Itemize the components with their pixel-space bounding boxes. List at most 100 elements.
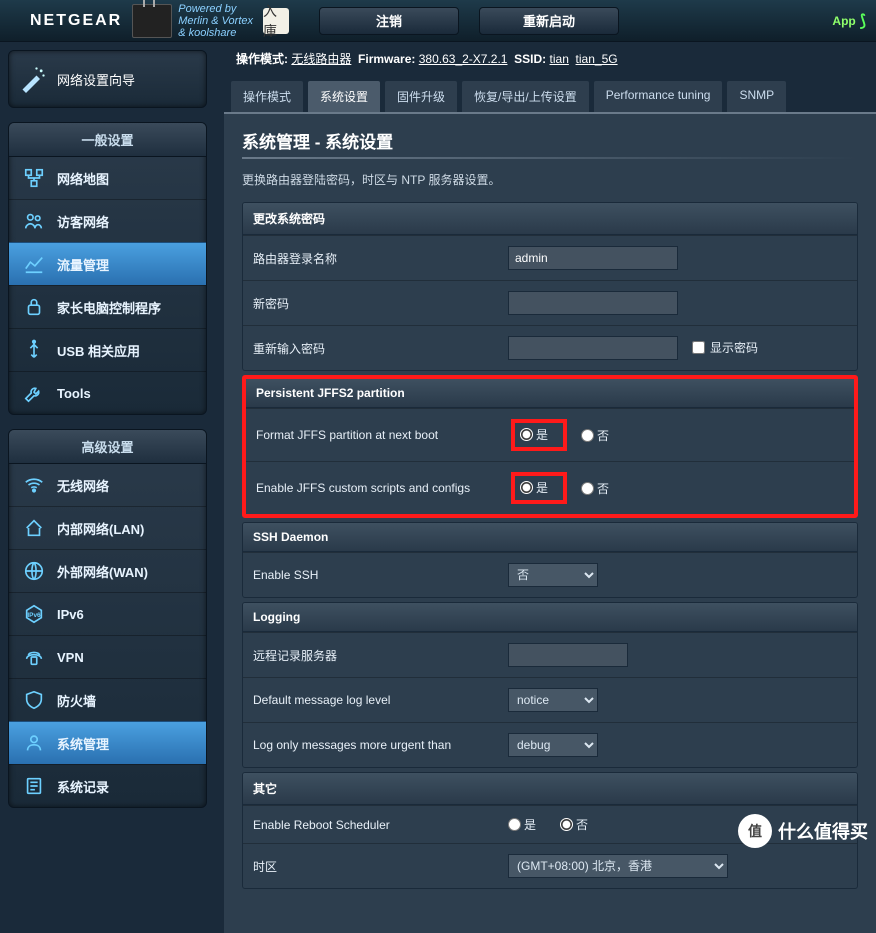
tab-fw[interactable]: 固件升级 bbox=[384, 80, 458, 112]
default-loglevel-label: Default message log level bbox=[253, 693, 508, 707]
seal-icon: 入庫 bbox=[263, 8, 289, 34]
sidebar-item-vpn[interactable]: VPN bbox=[9, 635, 206, 678]
tab-opmode[interactable]: 操作模式 bbox=[230, 80, 304, 112]
tab-perf[interactable]: Performance tuning bbox=[593, 80, 724, 112]
brand-logo: NETGEAR bbox=[30, 12, 122, 30]
main-content: 操作模式系统设置固件升级恢复/导出/上传设置Performance tuning… bbox=[224, 80, 876, 854]
sidebar-item-label: IPv6 bbox=[57, 607, 84, 622]
new-password-input[interactable] bbox=[508, 291, 678, 315]
watermark-badge: 值 bbox=[738, 814, 772, 848]
ssh-enable-select[interactable]: 否 bbox=[508, 563, 598, 587]
sidebar-item-guest[interactable]: 访客网络 bbox=[9, 199, 206, 242]
sidebar-item-label: USB 相关应用 bbox=[57, 341, 140, 360]
sidebar-item-tools[interactable]: Tools bbox=[9, 371, 206, 414]
reboot-button[interactable]: 重新启动 bbox=[479, 7, 619, 35]
section-ssh: SSH Daemon Enable SSH 否 bbox=[242, 522, 858, 598]
wizard-label: 网络设置向导 bbox=[57, 70, 135, 89]
sidebar-item-parental[interactable]: 家长电脑控制程序 bbox=[9, 285, 206, 328]
jffs-format-no[interactable]: 否 bbox=[581, 427, 609, 444]
sidebar-item-label: 系统记录 bbox=[57, 777, 109, 796]
network-map-icon bbox=[19, 167, 49, 189]
firewall-icon bbox=[19, 689, 49, 711]
reboot-sched-yes[interactable]: 是 bbox=[508, 816, 536, 833]
sidebar-item-label: VPN bbox=[57, 650, 84, 665]
sidebar-item-traffic[interactable]: 流量管理 bbox=[9, 242, 206, 285]
lan-icon bbox=[19, 517, 49, 539]
section-header: Persistent JFFS2 partition bbox=[246, 379, 854, 408]
sidebar-item-label: 流量管理 bbox=[57, 255, 109, 274]
sidebar-item-label: Tools bbox=[57, 386, 91, 401]
jffs-enable-yes[interactable]: 是 bbox=[520, 479, 548, 496]
wifi-icon bbox=[19, 474, 49, 496]
ipv6-icon: IPv6 bbox=[19, 603, 49, 625]
default-loglevel-select[interactable]: notice bbox=[508, 688, 598, 712]
sidebar-general: 一般设置 网络地图 访客网络 流量管理 家长电脑控制程序 USB 相关应用 To… bbox=[8, 122, 207, 415]
jffs-enable-label: Enable JFFS custom scripts and configs bbox=[256, 481, 511, 495]
wand-icon bbox=[19, 65, 47, 93]
wan-icon bbox=[19, 560, 49, 582]
sidebar-item-label: 系统管理 bbox=[57, 734, 109, 753]
vpn-icon bbox=[19, 646, 49, 668]
sidebar-item-label: 无线网络 bbox=[57, 476, 109, 495]
svg-text:IPv6: IPv6 bbox=[27, 612, 41, 619]
section-header: 更改系统密码 bbox=[243, 203, 857, 235]
sidebar-item-label: 防火墙 bbox=[57, 691, 96, 710]
sidebar-item-usb[interactable]: USB 相关应用 bbox=[9, 328, 206, 371]
app-header: NETGEAR Powered by Merlin & Vortex & koo… bbox=[0, 0, 876, 42]
tab-snmp[interactable]: SNMP bbox=[726, 80, 787, 112]
tab-bar: 操作模式系统设置固件升级恢复/导出/上传设置Performance tuning… bbox=[224, 80, 876, 112]
sidebar-item-ipv6[interactable]: IPv6 IPv6 bbox=[9, 592, 206, 635]
admin-icon bbox=[19, 732, 49, 754]
sidebar-item-label: 网络地图 bbox=[57, 169, 109, 188]
reboot-sched-label: Enable Reboot Scheduler bbox=[253, 818, 508, 832]
wizard-box[interactable]: 网络设置向导 bbox=[8, 50, 207, 108]
sidebar-item-label: 访客网络 bbox=[57, 212, 109, 231]
sidebar-item-label: 内部网络(LAN) bbox=[57, 519, 144, 538]
sidebar-item-wifi[interactable]: 无线网络 bbox=[9, 464, 206, 506]
sidebar-item-label: 外部网络(WAN) bbox=[57, 562, 148, 581]
remote-log-input[interactable] bbox=[508, 643, 628, 667]
tab-sys[interactable]: 系统设置 bbox=[307, 80, 381, 112]
sidebar-item-admin[interactable]: 系统管理 bbox=[9, 721, 206, 764]
wifi-icon: ⟆ bbox=[860, 11, 866, 31]
retype-password-label: 重新输入密码 bbox=[253, 340, 508, 357]
settings-panel: 系统管理 - 系统设置 更换路由器登陆密码，时区与 NTP 服务器设置。 更改系… bbox=[224, 112, 876, 933]
login-name-label: 路由器登录名称 bbox=[253, 250, 508, 267]
router-icon bbox=[132, 4, 172, 38]
sidebar-item-lan[interactable]: 内部网络(LAN) bbox=[9, 506, 206, 549]
sidebar-item-log[interactable]: 系统记录 bbox=[9, 764, 206, 807]
timezone-label: 时区 bbox=[253, 858, 508, 875]
log-icon bbox=[19, 775, 49, 797]
firmware-link[interactable]: 380.63_2-X7.2.1 bbox=[419, 52, 508, 66]
powered-by: Powered by Merlin & Vortex & koolshare bbox=[178, 3, 253, 39]
sidebar-section-title: 一般设置 bbox=[9, 123, 206, 157]
ssid1-link[interactable]: tian bbox=[550, 52, 569, 66]
remote-log-label: 远程记录服务器 bbox=[253, 647, 508, 664]
sidebar-item-network-map[interactable]: 网络地图 bbox=[9, 157, 206, 199]
section-header: 其它 bbox=[243, 773, 857, 805]
urgent-loglevel-select[interactable]: debug bbox=[508, 733, 598, 757]
sidebar-advanced: 高级设置 无线网络 内部网络(LAN) 外部网络(WAN) IPv6 IPv6 V… bbox=[8, 429, 207, 808]
logout-button[interactable]: 注销 bbox=[319, 7, 459, 35]
guest-icon bbox=[19, 210, 49, 232]
tab-restore[interactable]: 恢复/导出/上传设置 bbox=[461, 80, 590, 112]
section-header: SSH Daemon bbox=[243, 523, 857, 552]
timezone-select[interactable]: (GMT+08:00) 北京，香港 bbox=[508, 854, 728, 878]
jffs-format-yes[interactable]: 是 bbox=[520, 426, 548, 443]
usb-icon bbox=[19, 339, 49, 361]
ssid2-link[interactable]: tian_5G bbox=[576, 52, 618, 66]
ssh-enable-label: Enable SSH bbox=[253, 568, 508, 582]
sidebar-section-title: 高级设置 bbox=[9, 430, 206, 464]
login-name-input[interactable] bbox=[508, 246, 678, 270]
sidebar-item-wan[interactable]: 外部网络(WAN) bbox=[9, 549, 206, 592]
sidebar-item-label: 家长电脑控制程序 bbox=[57, 298, 161, 317]
traffic-icon bbox=[19, 253, 49, 275]
show-password-checkbox[interactable]: 显示密码 bbox=[692, 339, 758, 356]
jffs-enable-no[interactable]: 否 bbox=[581, 480, 609, 497]
opmode-link[interactable]: 无线路由器 bbox=[291, 52, 351, 66]
reboot-sched-no[interactable]: 否 bbox=[560, 816, 588, 833]
sidebar-item-firewall[interactable]: 防火墙 bbox=[9, 678, 206, 721]
retype-password-input[interactable] bbox=[508, 336, 678, 360]
section-jffs: Persistent JFFS2 partition Format JFFS p… bbox=[242, 375, 858, 518]
watermark: 值 什么值得买 bbox=[738, 814, 868, 848]
